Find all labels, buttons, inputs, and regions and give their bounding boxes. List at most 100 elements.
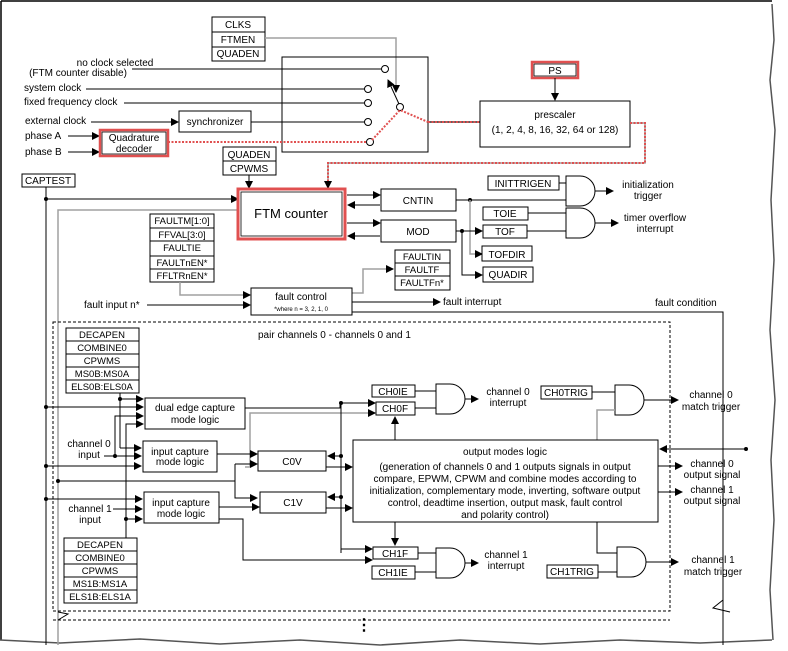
ftm-block-diagram: CLKS FTMEN QUADEN no clock selected (FTM… [0,0,788,651]
reg-ftmen: FTMEN [221,35,255,46]
channel1-interrupt-label2: interrupt [488,561,525,572]
svg-text:COMBINE0: COMBINE0 [77,343,127,354]
quadrature-decoder-block: Quadrature decoder [98,128,170,158]
ps-register: PS [530,60,580,80]
switch-contact-fixed [364,99,372,107]
svg-text:ELS0B:ELS0A: ELS0B:ELS0A [71,382,133,393]
reg-cpwms-counter: CPWMS [230,164,269,175]
reg-ffval: FFVAL[3:0] [158,230,205,241]
channel0-output-label2: output signal [684,470,741,481]
svg-text:ELS1B:ELS1A: ELS1B:ELS1A [69,592,131,603]
channel1-match-label: channel 1 [691,555,735,566]
label-phase-a: phase A [25,131,61,142]
reg-faultm: FAULTM[1:0] [154,216,209,227]
tof-label: TOF [495,227,515,238]
timer-overflow-label2: interrupt [637,224,674,235]
ch1f-label: CH1F [382,549,408,560]
svg-text:mode logic: mode logic [156,457,204,468]
quadir-label: QUADIR [489,270,528,281]
clock-mux [281,56,429,153]
ftm-counter-block: FTM counter [236,187,347,241]
channel0-output-label: channel 0 [690,459,734,470]
prescaler-values: (1, 2, 4, 8, 16, 32, 64 or 128) [492,125,619,136]
reg-faultin: FAULTIN [403,252,441,263]
and-gate-ch0-interrupt [435,383,466,415]
svg-text:MS0B:MS0A: MS0B:MS0A [75,369,130,380]
ch0trig-label: CH0TRIG [544,388,588,399]
continuation-ellipsis: ⋮ [356,617,372,634]
label-fixed-clock: fixed frequency clock [24,97,118,108]
svg-text:MS1B:MS1A: MS1B:MS1A [73,579,128,590]
ch1ie-label: CH1IE [378,568,408,579]
channel0-config-registers: DECAPEN COMBINE0 CPWMS MS0B:MS0A ELS0B:E… [65,327,140,394]
ch0ie-label: CH0IE [378,387,408,398]
label-no-clock-sub: (FTM counter disable) [29,68,127,79]
and-gate-overflow [565,207,596,239]
svg-text:(generation of channels 0 and: (generation of channels 0 and 1 outputs … [379,462,631,473]
torn-edge-bottom [0,638,773,646]
reg-faultfn: FAULTFn* [400,278,444,289]
svg-text:and polarity control): and polarity control) [461,510,549,521]
init-trigger-label2: trigger [634,191,663,202]
prescaler-label: prescaler [534,110,576,121]
switch-contact-system [364,85,372,93]
reg-faultf: FAULTF [405,265,440,276]
cntin-label: CNTIN [403,196,434,207]
switch-contact-none [381,65,389,73]
reg-faultnen: FAULTnEN* [156,258,207,269]
svg-text:decoder: decoder [116,144,153,155]
init-trigger-label: initialization [622,180,674,191]
c1v-label: C1V [283,498,303,509]
counter-mode-registers: QUADEN CPWMS [222,146,277,176]
svg-text:mode logic: mode logic [171,415,219,426]
channel0-match-label: channel 0 [689,390,733,401]
clock-select-registers: CLKS FTMEN QUADEN [211,16,266,62]
channel1-input-label2: input [79,515,101,526]
and-gate-ch1-trigger [616,546,647,578]
channel1-interrupt-label: channel 1 [484,550,528,561]
svg-text:PS: PS [548,66,562,77]
channel0-interrupt-label2: interrupt [490,398,527,409]
svg-text:control, deadtime insertion, o: control, deadtime insertion, output mask… [388,498,623,509]
prescaler-block [479,100,631,148]
label-system-clock: system clock [24,83,82,94]
fault-input-label: fault input n* [84,300,140,311]
channel1-match-label2: match trigger [684,567,743,578]
and-gate-init [565,175,596,207]
reg-faultie: FAULTIE [163,243,201,254]
fault-control-note: *where n = 3, 2, 1, 0 [274,307,329,313]
channel0-match-label2: match trigger [682,402,741,413]
mod-label: MOD [406,227,429,238]
switch-contact-external [364,118,372,126]
channel0-input-label2: input [78,450,100,461]
fault-control-label: fault control [275,292,327,303]
label-phase-b: phase B [25,147,62,158]
and-gate-ch1-interrupt [435,547,466,579]
and-gate-ch0-trigger [614,384,645,416]
fault-status-registers: FAULTIN FAULTF FAULTFn* [394,249,451,291]
ch0f-label: CH0F [382,404,408,415]
captest-label: CAPTEST [25,176,71,187]
svg-text:FTM counter: FTM counter [254,206,328,221]
reg-quaden-counter: QUADEN [228,150,271,161]
diagram-canvas: CLKS FTMEN QUADEN no clock selected (FTM… [0,0,776,646]
svg-text:COMBINE0: COMBINE0 [75,553,125,564]
toie-label: TOIE [493,209,516,220]
fault-condition-label: fault condition [655,298,717,309]
svg-text:mode logic: mode logic [157,509,205,520]
svg-text:initialization, complementary: initialization, complementary mode, inve… [370,486,641,497]
channel1-output-label2: output signal [684,496,741,507]
reg-ffltrnen: FFLTRnEN* [156,271,207,282]
svg-text:DECAPEN: DECAPEN [79,330,125,341]
svg-text:compare, EPWM, CPWM and combin: compare, EPWM, CPWM and combine modes ac… [374,474,637,485]
channel1-config-registers: DECAPEN COMBINE0 CPWMS MS1B:MS1A ELS1B:E… [63,537,138,604]
svg-text:input capture: input capture [152,498,210,509]
c0v-label: C0V [282,457,302,468]
tofdir-label: TOFDIR [488,250,525,261]
timer-overflow-label: timer overflow [624,213,687,224]
reg-clks: CLKS [225,20,251,31]
svg-text:Quadrature: Quadrature [109,133,160,144]
output-logic-title: output modes logic [463,447,547,458]
ch1trig-label: CH1TRIG [550,567,594,578]
channel0-interrupt-label: channel 0 [486,387,530,398]
